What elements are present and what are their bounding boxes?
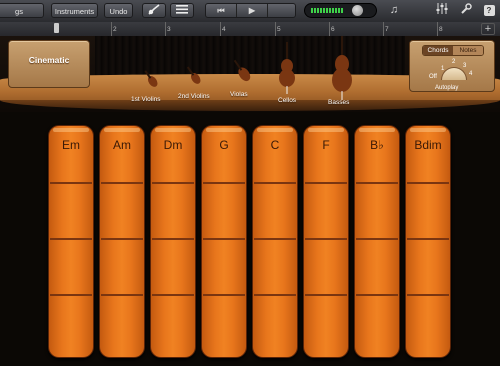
chord-label: Dm — [163, 138, 183, 152]
instrument-label: Violas — [230, 91, 248, 98]
chord-strip-g[interactable]: G — [201, 125, 247, 358]
chord-strip-bdim[interactable]: Bdim — [405, 125, 451, 358]
chord-label: C — [270, 138, 280, 152]
bar-number: 2 — [111, 22, 117, 36]
chord-label: B♭ — [370, 138, 384, 152]
chord-label: Am — [113, 138, 131, 152]
metronome-button[interactable]: ♫ — [386, 3, 402, 18]
top-toolbar: gs Instruments Undo ⏮ ▶ ● ♫ ? — [0, 0, 500, 23]
add-section-button[interactable]: + — [481, 23, 495, 35]
instrument-label: 2nd Violins — [178, 93, 210, 100]
instrument-label: 1st Violins — [131, 96, 161, 103]
mode-panel: Chords Notes 1 2 3 4 Off Autoplay — [409, 40, 495, 92]
instrument-label: Basses — [328, 99, 350, 106]
second-violins-icon[interactable] — [181, 63, 207, 89]
bar-number: 4 — [220, 22, 226, 36]
level-meter — [311, 8, 343, 13]
tracks-view-button[interactable] — [170, 3, 194, 18]
tracks-list-icon — [176, 5, 188, 14]
instrument-view-button[interactable] — [142, 3, 166, 18]
guitar-icon — [148, 4, 160, 15]
preset-title: Cinematic — [28, 55, 70, 65]
chord-strip-f[interactable]: F — [303, 125, 349, 358]
bar-number: 8 — [437, 22, 443, 36]
wrench-icon — [460, 3, 472, 14]
bar-number: 5 — [275, 22, 281, 36]
chord-strip-am[interactable]: Am — [99, 125, 145, 358]
metronome-icon: ♫ — [389, 4, 399, 16]
play-button[interactable]: ▶ — [237, 4, 268, 17]
timeline-ruler[interactable]: 2 3 4 5 6 7 8 — [0, 22, 500, 37]
chord-label: Em — [62, 138, 80, 152]
bar-number: 6 — [329, 22, 335, 36]
bar-number: 3 — [165, 22, 171, 36]
record-button[interactable]: ● — [206, 17, 236, 18]
go-to-start-button[interactable]: ⏮ — [206, 4, 237, 17]
undo-button[interactable]: Undo — [104, 3, 133, 18]
autoplay-position[interactable]: 3 — [463, 63, 466, 69]
help-icon: ? — [483, 5, 495, 16]
notes-tab[interactable]: Notes — [453, 46, 483, 55]
autoplay-position[interactable]: 2 — [452, 59, 455, 65]
cellos-icon[interactable] — [277, 42, 297, 94]
help-button[interactable]: ? — [482, 3, 496, 18]
playhead[interactable] — [54, 23, 59, 33]
preset-panel[interactable]: Cinematic — [8, 40, 90, 88]
chord-label: G — [219, 138, 229, 152]
my-songs-button[interactable]: gs — [0, 3, 44, 18]
chords-notes-toggle: Chords Notes — [422, 45, 484, 56]
violas-icon[interactable] — [228, 56, 256, 86]
volume-knob[interactable] — [352, 5, 363, 16]
master-volume-display — [304, 3, 377, 18]
settings-button[interactable] — [458, 3, 474, 18]
chord-label: Bdim — [414, 138, 442, 152]
play-icon: ▶ — [248, 6, 256, 15]
chord-strip-bb[interactable]: B♭ — [354, 125, 400, 358]
chord-strip-c[interactable]: C — [252, 125, 298, 358]
plus-icon: + — [484, 23, 492, 35]
first-violins-icon[interactable] — [138, 67, 164, 91]
chord-strip-em[interactable]: Em — [48, 125, 94, 358]
mixer-button[interactable] — [434, 3, 450, 18]
chord-strip-dm[interactable]: Dm — [150, 125, 196, 358]
instruments-button[interactable]: Instruments — [51, 3, 98, 18]
autoplay-position[interactable]: 4 — [469, 71, 472, 77]
instrument-label: Cellos — [278, 97, 297, 104]
transport-controls: ⏮ ▶ ● — [205, 3, 296, 18]
autoplay-label: Autoplay — [435, 85, 459, 91]
basses-icon[interactable] — [330, 36, 354, 100]
chords-tab[interactable]: Chords — [423, 46, 453, 55]
bar-number: 7 — [383, 22, 389, 36]
chord-label: F — [322, 138, 330, 152]
rewind-icon: ⏮ — [217, 6, 225, 15]
autoplay-off[interactable]: Off — [429, 74, 437, 80]
mixer-icon — [436, 3, 448, 14]
